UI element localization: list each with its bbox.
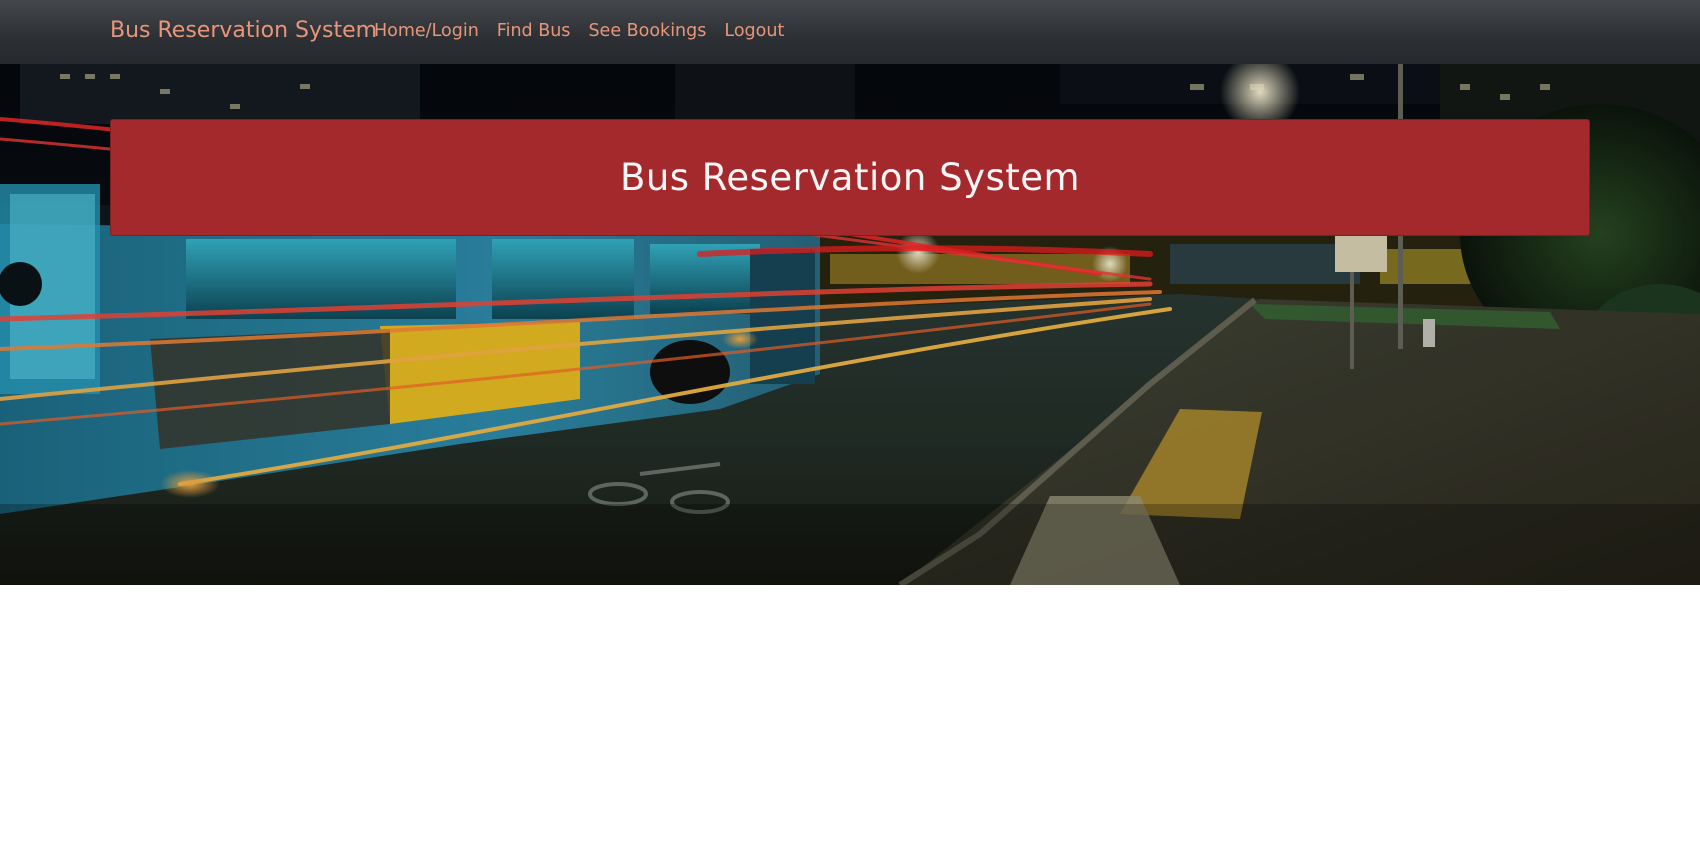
navbar-brand-link[interactable]: Bus Reservation System	[110, 18, 377, 43]
nav-link-logout[interactable]: Logout	[724, 21, 784, 41]
nav-link-find-bus[interactable]: Find Bus	[497, 21, 571, 41]
hero-title-banner: Bus Reservation System	[110, 119, 1590, 236]
navbar-links: Home/Login Find Bus See Bookings Logout	[374, 21, 802, 41]
top-navbar: Bus Reservation System Home/Login Find B…	[0, 0, 1700, 64]
nav-link-see-bookings[interactable]: See Bookings	[588, 21, 706, 41]
page-title: Bus Reservation System	[619, 156, 1081, 199]
nav-link-home-login[interactable]: Home/Login	[374, 21, 479, 41]
